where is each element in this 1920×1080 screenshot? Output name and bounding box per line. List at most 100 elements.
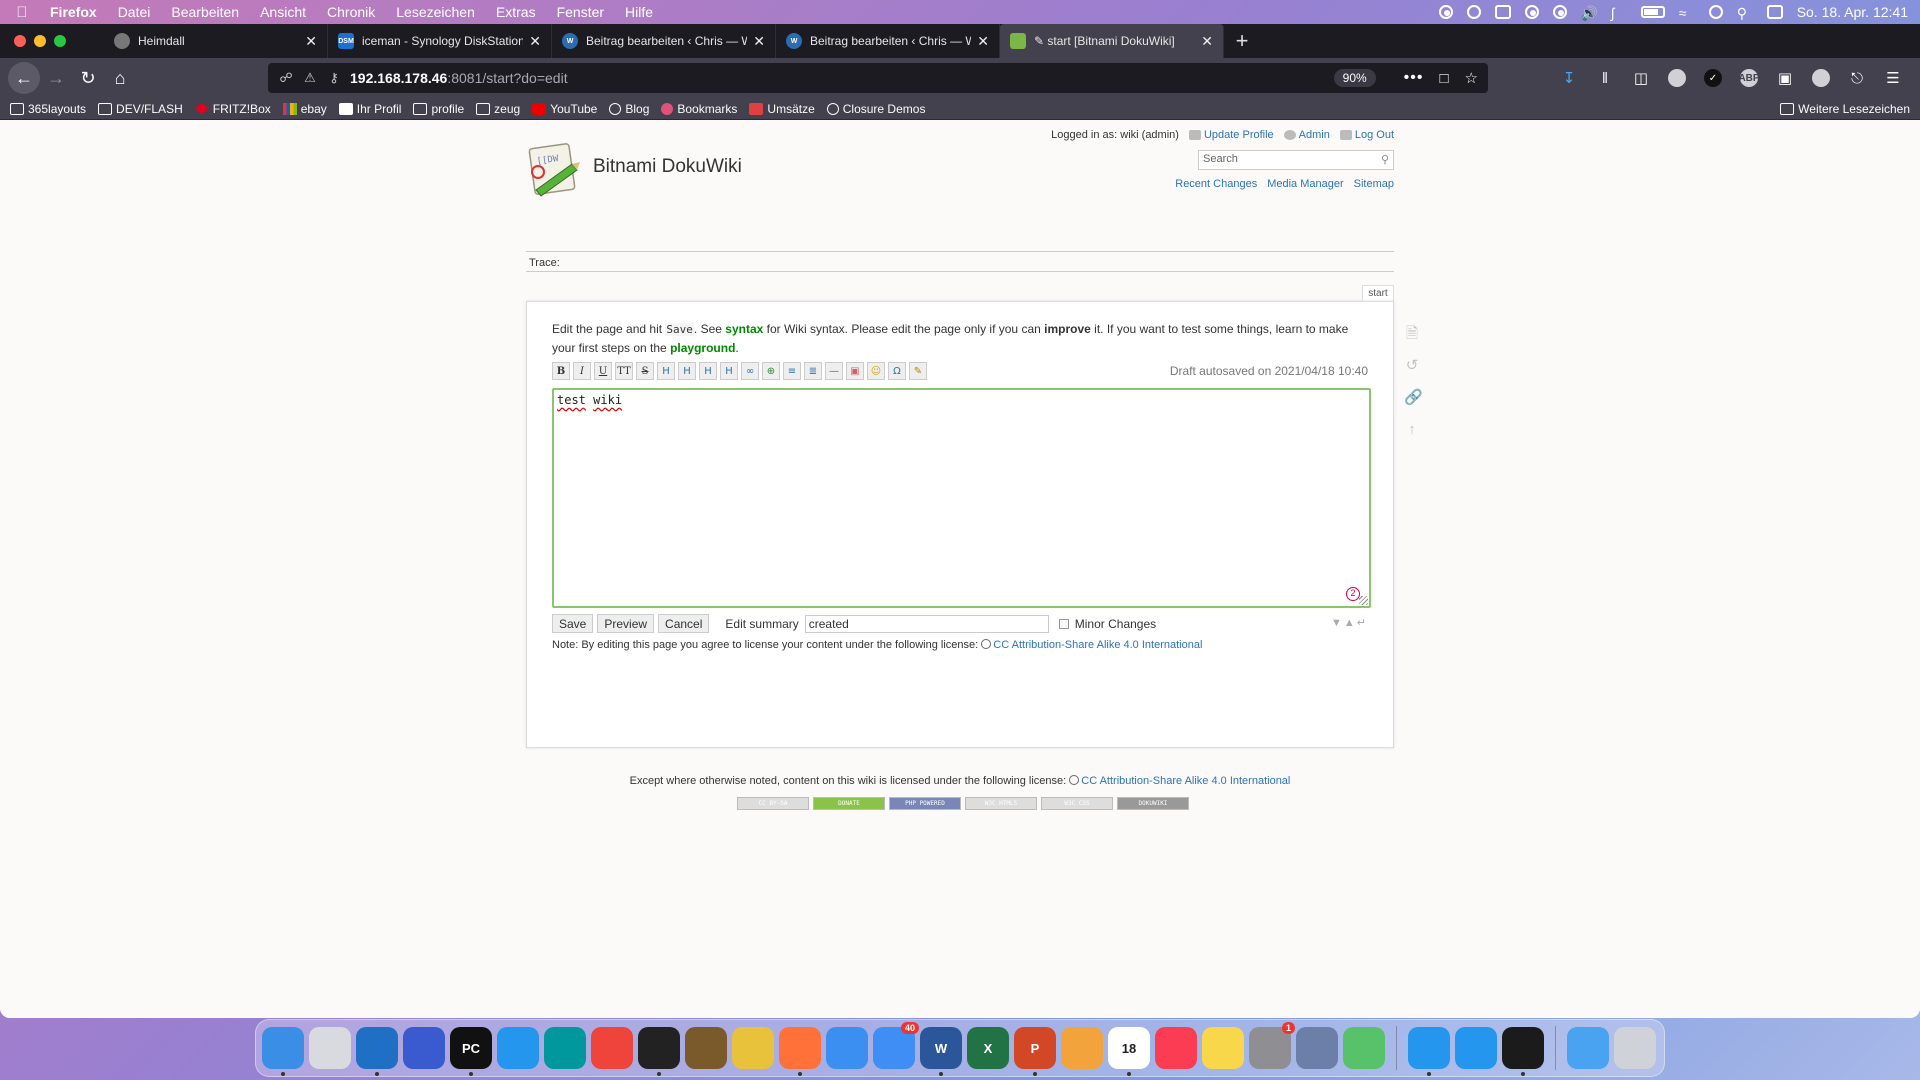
dock-docker-2-icon[interactable]: [1408, 1027, 1450, 1076]
dock-docker-icon[interactable]: [497, 1027, 539, 1069]
bluetooth-icon[interactable]: ∫: [1611, 5, 1627, 21]
dock-vscode-icon[interactable]: [356, 1027, 398, 1076]
media-manager-link[interactable]: Media Manager: [1267, 178, 1343, 190]
monospace-button[interactable]: TT: [615, 362, 633, 380]
bookmark-blog[interactable]: Blog: [609, 102, 649, 116]
menu-extras[interactable]: Extras: [496, 4, 536, 20]
ordered-list-button[interactable]: ≡: [783, 362, 801, 380]
backlinks-icon[interactable]: 🔗: [1404, 389, 1423, 407]
dock-mail-icon[interactable]: 40: [873, 1022, 919, 1069]
screenshot-icon[interactable]: ▣: [1776, 69, 1794, 87]
heading-higher-button[interactable]: H: [699, 362, 717, 380]
dock-terminal-icon[interactable]: [1502, 1027, 1544, 1076]
tracking-shield-icon[interactable]: ☍: [278, 70, 294, 86]
dock-launchpad-icon[interactable]: [309, 1027, 351, 1069]
dock-app-blue-icon[interactable]: [403, 1027, 445, 1069]
user-icon[interactable]: [1708, 5, 1723, 19]
back-button[interactable]: ←: [8, 62, 40, 94]
menu-bearbeiten[interactable]: Bearbeiten: [171, 4, 239, 20]
dock-finder-icon[interactable]: [262, 1027, 304, 1076]
css-badge[interactable]: W3C CSS: [1041, 797, 1113, 810]
home-button[interactable]: ⌂: [104, 62, 136, 94]
dock-word-icon[interactable]: W: [920, 1027, 962, 1076]
bold-button[interactable]: B: [552, 362, 570, 380]
edit-summary-input[interactable]: created: [804, 614, 1049, 633]
menu-fenster[interactable]: Fenster: [557, 4, 604, 20]
dock-notes-icon[interactable]: [1202, 1027, 1244, 1069]
tab-synology[interactable]: DSM iceman - Synology DiskStation ✕: [328, 24, 552, 58]
battery-icon[interactable]: [1640, 6, 1665, 18]
dock-arduino-icon[interactable]: [544, 1027, 586, 1069]
dock-anydesk-icon[interactable]: [591, 1027, 633, 1069]
footer-license-link[interactable]: CC Attribution-Share Alike 4.0 Internati…: [1069, 775, 1290, 787]
reload-button[interactable]: ↻: [72, 62, 104, 94]
forward-button[interactable]: →: [40, 62, 72, 94]
save-button[interactable]: Save: [552, 614, 594, 633]
tab-wordpress-2[interactable]: W Beitrag bearbeiten ‹ Chris — W ✕: [776, 24, 1000, 58]
bookmark-bookmarks[interactable]: Bookmarks: [661, 102, 737, 116]
close-tab-icon[interactable]: ✕: [1201, 33, 1213, 50]
show-page-icon[interactable]: 🗎: [1404, 325, 1420, 343]
spotlight-search-icon[interactable]: ⚲: [1737, 5, 1753, 21]
logout-link[interactable]: Log Out: [1339, 129, 1394, 141]
new-tab-button[interactable]: +: [1224, 24, 1260, 58]
smaller-editor-icon[interactable]: ▼: [1331, 617, 1344, 629]
dock-powerpoint-icon[interactable]: P: [1014, 1027, 1056, 1076]
downloads-icon[interactable]: ↧: [1560, 69, 1578, 87]
insecure-lock-icon[interactable]: ⚠: [302, 70, 318, 86]
wifi-icon[interactable]: ≈: [1679, 5, 1695, 21]
donate-badge[interactable]: DONATE: [813, 797, 885, 810]
dock-terminal-dark-icon[interactable]: [638, 1027, 680, 1076]
bookmark-more-folder[interactable]: Weitere Lesezeichen: [1780, 102, 1910, 116]
grammar-badge-icon[interactable]: 2: [1346, 587, 1360, 601]
smileys-button[interactable]: ☺: [867, 362, 885, 380]
cloud-status-icon[interactable]: [1494, 5, 1511, 19]
shield-status-icon[interactable]: [1524, 5, 1539, 19]
dock-trash-icon[interactable]: [1614, 1027, 1656, 1069]
tab-heimdall[interactable]: Heimdall ✕: [104, 24, 328, 58]
apple-icon[interactable]: : [12, 4, 32, 21]
volume-icon[interactable]: 🔊: [1581, 5, 1598, 21]
php-badge[interactable]: PHP POWERED: [889, 797, 961, 810]
pocket-icon[interactable]: □: [1439, 70, 1448, 87]
menu-app-firefox[interactable]: Firefox: [50, 4, 97, 20]
dokuwiki-badge[interactable]: DOKUWIKI: [1117, 797, 1189, 810]
bookmark-umsaetze[interactable]: Umsätze: [749, 102, 815, 116]
extension-tool-icon[interactable]: ⎋: [1848, 69, 1866, 87]
bookmark-closure-demos[interactable]: Closure Demos: [826, 102, 925, 116]
close-tab-icon[interactable]: ✕: [977, 33, 989, 50]
editor-content[interactable]: test wiki: [557, 393, 622, 407]
close-tab-icon[interactable]: ✕: [529, 33, 541, 50]
special-chars-button[interactable]: Ω: [888, 362, 906, 380]
close-tab-icon[interactable]: ✕: [753, 33, 765, 50]
resize-grip-icon[interactable]: [1359, 596, 1368, 605]
dock-cube-app-icon[interactable]: [1343, 1027, 1385, 1069]
close-window-button[interactable]: [14, 35, 26, 47]
internal-link-button[interactable]: ∞: [741, 362, 759, 380]
dock-downloads-folder-icon[interactable]: [1567, 1027, 1609, 1069]
dock-excel-icon[interactable]: X: [967, 1027, 1009, 1069]
menu-datei[interactable]: Datei: [118, 4, 151, 20]
preview-button[interactable]: Preview: [597, 614, 655, 633]
bookmark-fritzbox[interactable]: FRITZ!Box: [194, 102, 271, 116]
sidebar-icon[interactable]: ◫: [1632, 69, 1650, 87]
larger-editor-icon[interactable]: ▲: [1344, 617, 1357, 629]
search-icon[interactable]: ⚲: [1381, 153, 1389, 166]
menu-ansicht[interactable]: Ansicht: [260, 4, 306, 20]
playground-link[interactable]: playground: [670, 341, 735, 355]
dock-calendar-icon[interactable]: 18: [1108, 1027, 1150, 1076]
extension-check-icon[interactable]: ✓: [1704, 69, 1722, 87]
dock-docker-3-icon[interactable]: [1455, 1027, 1497, 1069]
external-link-button[interactable]: ⊕: [762, 362, 780, 380]
minor-changes-label[interactable]: Minor Changes: [1075, 617, 1156, 631]
play-status-icon[interactable]: [1552, 5, 1567, 19]
url-bar[interactable]: ☍ ⚠ ⚷ 192.168.178.46 :8081/start?do=edit…: [268, 63, 1488, 93]
dock-chrome-icon[interactable]: [732, 1027, 774, 1069]
library-icon[interactable]: ‖: [1596, 69, 1614, 87]
tab-dokuwiki[interactable]: ✎ start [Bitnami DokuWiki] ✕: [1000, 24, 1224, 58]
minimize-window-button[interactable]: [34, 35, 46, 47]
page-actions-menu-icon[interactable]: •••: [1404, 69, 1424, 87]
gear-status-icon[interactable]: [1438, 5, 1453, 19]
bookmark-profile[interactable]: profile: [413, 102, 464, 116]
menubar-clock[interactable]: So. 18. Apr. 12:41: [1797, 4, 1908, 20]
